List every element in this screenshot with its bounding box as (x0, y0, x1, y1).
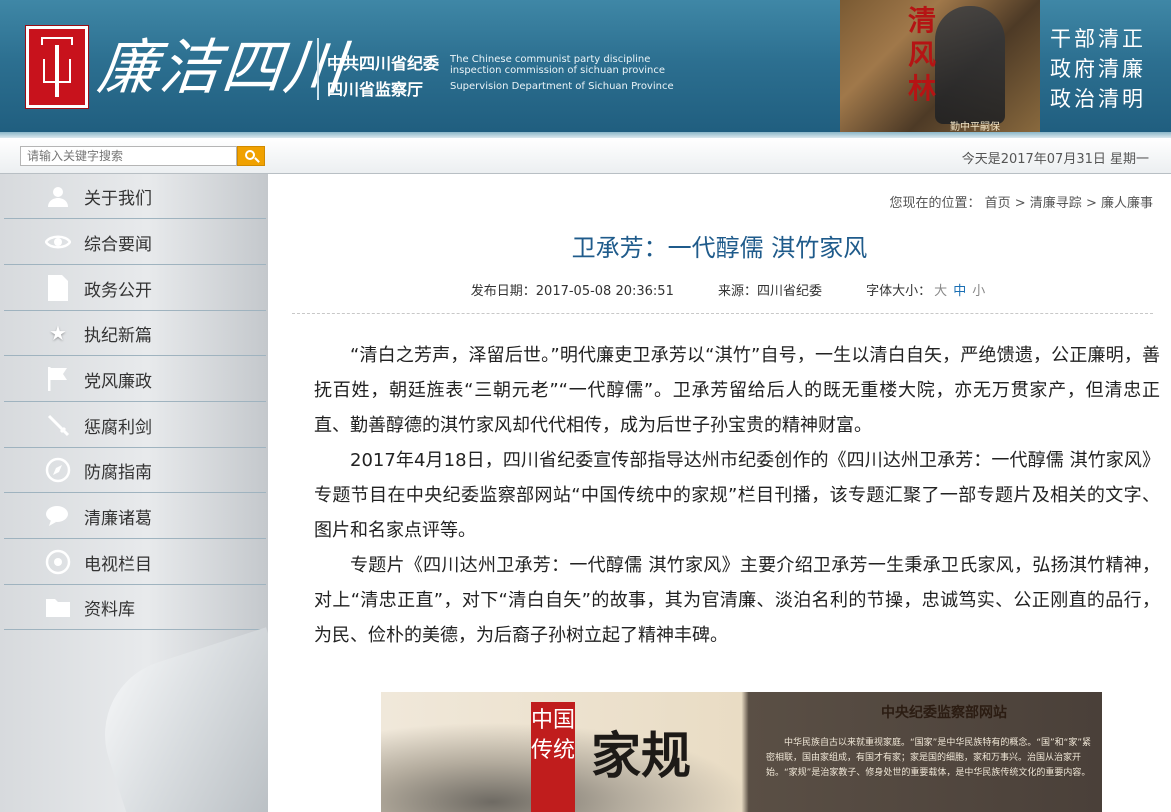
slogan-line: 政府清廉 (1050, 57, 1146, 81)
eye-icon (44, 228, 72, 256)
sidebar-item-label: 防腐指南 (84, 462, 152, 483)
sidebar-item-label: 关于我们 (84, 188, 152, 209)
user-icon (44, 182, 72, 210)
font-size-medium[interactable]: 中 (953, 284, 966, 299)
sidebar-item-label: 资料库 (84, 599, 135, 620)
logo-seal-icon[interactable] (25, 25, 89, 109)
article-paragraph: 专题片《四川达州卫承芳：一代醇儒 淇竹家风》主要介绍卫承芳一生秉承卫氏家风，弘扬… (314, 555, 1160, 646)
breadcrumb-separator: > (1010, 196, 1030, 211)
chat-icon (44, 502, 72, 530)
image-text: 中华民族自古以来就重视家庭。“国家”是中华民族特有的概念。“国”和“家”紧密相联… (766, 738, 1091, 778)
publish-date: 发布日期：2017-05-08 20:36:51 (470, 284, 674, 299)
image-site-name: 中央纪委监察部网站 (881, 705, 1007, 721)
slogan-line: 政治清明 (1050, 87, 1146, 111)
article-meta: 发布日期：2017-05-08 20:36:51 来源：四川省纪委 字体大小：大… (268, 280, 1171, 299)
article-paragraph: 2017年4月18日，四川省纪委宣传部指导达州市纪委创作的《四川达州卫承芳：一代… (314, 450, 1160, 541)
sidebar-item-anti-corruption[interactable]: 惩腐利剑 (4, 403, 266, 448)
sidebar-nav: 关于我们 综合要闻 政务公开 ★ 执纪新篇 党风廉政 惩腐利剑 防腐指南 清廉诸… (0, 174, 268, 812)
sidebar-item-zhuge[interactable]: 清廉诸葛 (4, 494, 266, 539)
breadcrumb-level2-link[interactable]: 廉人廉事 (1101, 196, 1153, 211)
breadcrumb-prefix: 您现在的位置： (889, 196, 981, 211)
article-body: “清白之芳声，泽留后世。”明代廉吏卫承芳以“淇竹”自号，一生以清白自矢，严绝馈遗… (314, 338, 1160, 653)
sidebar-item-news[interactable]: 综合要闻 (4, 220, 266, 265)
sidebar-item-label: 电视栏目 (84, 554, 152, 575)
search-button[interactable] (237, 146, 265, 166)
banner-slogan: 干部清正 政府清廉 政治清明 (1050, 24, 1146, 114)
photo-caption: 勤中平嗣保 (950, 122, 1000, 133)
breadcrumb-level1-link[interactable]: 清廉寻踪 (1030, 196, 1082, 211)
folder-icon (44, 593, 72, 621)
sidebar-item-library[interactable]: 资料库 (4, 585, 266, 630)
breadcrumb: 您现在的位置： 首页 > 清廉寻踪 > 廉人廉事 (889, 192, 1153, 211)
breadcrumb-separator: > (1081, 196, 1101, 211)
sidebar-item-label: 党风廉政 (84, 371, 152, 392)
org-name-cn-1: 中共四川省纪委 (327, 54, 440, 73)
sidebar-item-about[interactable]: 关于我们 (4, 174, 266, 219)
sidebar-item-label: 综合要闻 (84, 234, 152, 255)
sidebar-item-discipline[interactable]: ★ 执纪新篇 (4, 311, 266, 356)
meta-divider (292, 313, 1153, 314)
font-size-label: 字体大小： (866, 284, 932, 299)
search-input[interactable] (20, 146, 237, 166)
sword-icon (44, 411, 72, 439)
tv-icon (44, 548, 72, 576)
photo-title: 清风林 (908, 4, 937, 105)
sidebar-item-label: 执纪新篇 (84, 325, 152, 346)
current-date: 今天是2017年07月31日 星期一 (961, 152, 1149, 167)
site-logo-title[interactable]: 廉洁四川 (94, 26, 351, 110)
breadcrumb-home-link[interactable]: 首页 (985, 196, 1011, 211)
org-name-en-1: The Chinese communist party discipline (450, 54, 651, 65)
org-name-en-2: inspection commission of sichuan provinc… (450, 65, 666, 76)
sidebar-item-tv[interactable]: 电视栏目 (4, 540, 266, 585)
sidebar-item-public-affairs[interactable]: 政务公开 (4, 266, 266, 311)
banner-photo: 清风林 勤中平嗣保 (840, 0, 1040, 134)
image-badge: 中国传统 (531, 702, 575, 812)
sidebar-item-party-style[interactable]: 党风廉政 (4, 357, 266, 402)
site-banner: 廉洁四川 中共四川省纪委 四川省监察厅 The Chinese communis… (0, 0, 1171, 138)
document-icon (44, 274, 72, 302)
flag-icon (44, 365, 72, 393)
compass-icon (44, 456, 72, 484)
article-source: 来源：四川省纪委 (718, 284, 823, 299)
main-content: 您现在的位置： 首页 > 清廉寻踪 > 廉人廉事 卫承芳：一代醇儒 淇竹家风 发… (268, 174, 1171, 812)
article-paragraph: “清白之芳声，泽留后世。”明代廉吏卫承芳以“淇竹”自号，一生以清白自矢，严绝馈遗… (314, 345, 1160, 436)
font-size-small[interactable]: 小 (972, 284, 985, 299)
logo-divider (317, 38, 319, 100)
font-size-large[interactable]: 大 (934, 284, 947, 299)
top-toolbar: 今天是2017年07月31日 星期一 (0, 138, 1171, 174)
image-headline: 家规 (591, 726, 691, 785)
sidebar-item-label: 清廉诸葛 (84, 508, 152, 529)
article-title: 卫承芳：一代醇儒 淇竹家风 (571, 234, 868, 262)
article-image: 中国传统 家规 中央纪委监察部网站 中华民族自古以来就重视家庭。“国家”是中华民… (381, 692, 1102, 812)
sidebar-item-guide[interactable]: 防腐指南 (4, 448, 266, 493)
star-icon: ★ (49, 321, 67, 345)
slogan-line: 干部清正 (1050, 27, 1146, 51)
sidebar-item-label: 惩腐利剑 (84, 417, 152, 438)
sidebar-item-label: 政务公开 (84, 280, 152, 301)
org-name-cn-2: 四川省监察厅 (327, 80, 424, 99)
statue-image (935, 6, 1005, 124)
org-name-en-3: Supervision Department of Sichuan Provin… (450, 81, 674, 92)
